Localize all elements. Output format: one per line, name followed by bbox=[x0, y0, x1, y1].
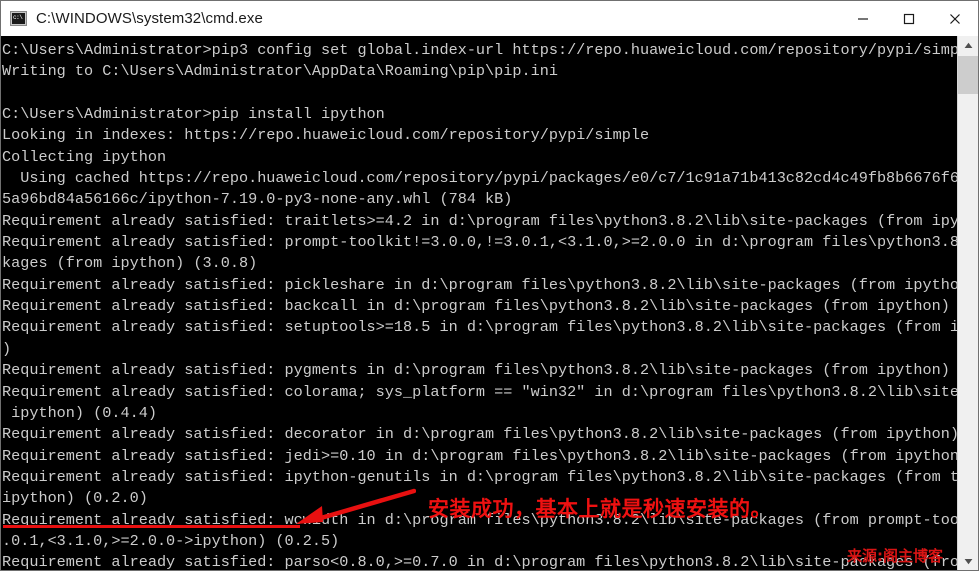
console-line: Requirement already satisfied: setuptool… bbox=[2, 318, 957, 337]
console-line: C:\Users\Administrator>pip install ipyth… bbox=[2, 105, 385, 124]
console-line: .0.1,<3.1.0,>=2.0.0->ipython) (0.2.5) bbox=[2, 531, 340, 550]
minimize-button[interactable] bbox=[840, 1, 886, 36]
scroll-down-button[interactable] bbox=[958, 552, 978, 570]
console-line: Requirement already satisfied: ipython-g… bbox=[2, 467, 957, 486]
cmd-window: C:\WINDOWS\system32\cmd.exe C:\Users bbox=[0, 0, 979, 571]
console-output-area[interactable]: C:\Users\Administrator>pip3 config set g… bbox=[1, 36, 957, 570]
console-line: Collecting ipython bbox=[2, 147, 167, 166]
title-bar[interactable]: C:\WINDOWS\system32\cmd.exe bbox=[1, 1, 978, 36]
annotation-callout-text: 安装成功，基本上就是秒速安装的。 bbox=[428, 497, 772, 521]
console-line: C:\Users\Administrator>pip3 config set g… bbox=[2, 41, 957, 59]
scroll-up-button[interactable] bbox=[958, 36, 978, 54]
annotation-underline bbox=[3, 525, 300, 528]
console-line: Looking in indexes: https://repo.huaweic… bbox=[2, 126, 650, 145]
close-button[interactable] bbox=[932, 1, 978, 36]
console-line: Writing to C:\Users\Administrator\AppDat… bbox=[2, 62, 558, 81]
console-line: Requirement already satisfied: prompt-to… bbox=[2, 233, 957, 252]
console-line: ) bbox=[2, 339, 12, 358]
console-line: Requirement already satisfied: pygments … bbox=[2, 361, 957, 380]
scroll-thumb[interactable] bbox=[958, 56, 978, 94]
console-line: Requirement already satisfied: colorama;… bbox=[2, 382, 957, 401]
cmd-console-icon bbox=[10, 11, 27, 26]
vertical-scrollbar[interactable] bbox=[957, 36, 978, 570]
console-line: 5a96bd84a56166c/ipython-7.19.0-py3-none-… bbox=[2, 190, 513, 209]
console-text: C:\Users\Administrator>pip3 config set g… bbox=[2, 40, 957, 570]
scroll-track[interactable] bbox=[958, 94, 978, 552]
watermark-text: 来源:阁主博客 bbox=[847, 547, 943, 565]
window-title: C:\WINDOWS\system32\cmd.exe bbox=[36, 10, 263, 27]
console-line: Requirement already satisfied: picklesha… bbox=[2, 275, 957, 294]
maximize-button[interactable] bbox=[886, 1, 932, 36]
console-line: Using cached https://repo.huaweicloud.co… bbox=[20, 169, 957, 188]
console-line: Requirement already satisfied: backcall … bbox=[2, 297, 957, 316]
console-line: Requirement already satisfied: jedi>=0.1… bbox=[2, 446, 957, 465]
console-line: Requirement already satisfied: traitlets… bbox=[2, 211, 957, 230]
console-line: kages (from ipython) (3.0.8) bbox=[2, 254, 258, 273]
console-line: Requirement already satisfied: decorator… bbox=[2, 425, 957, 444]
console-line: Requirement already satisfied: parso<0.8… bbox=[2, 553, 957, 570]
console-line: ipython) (0.4.4) bbox=[2, 403, 157, 422]
window-controls bbox=[840, 1, 978, 36]
